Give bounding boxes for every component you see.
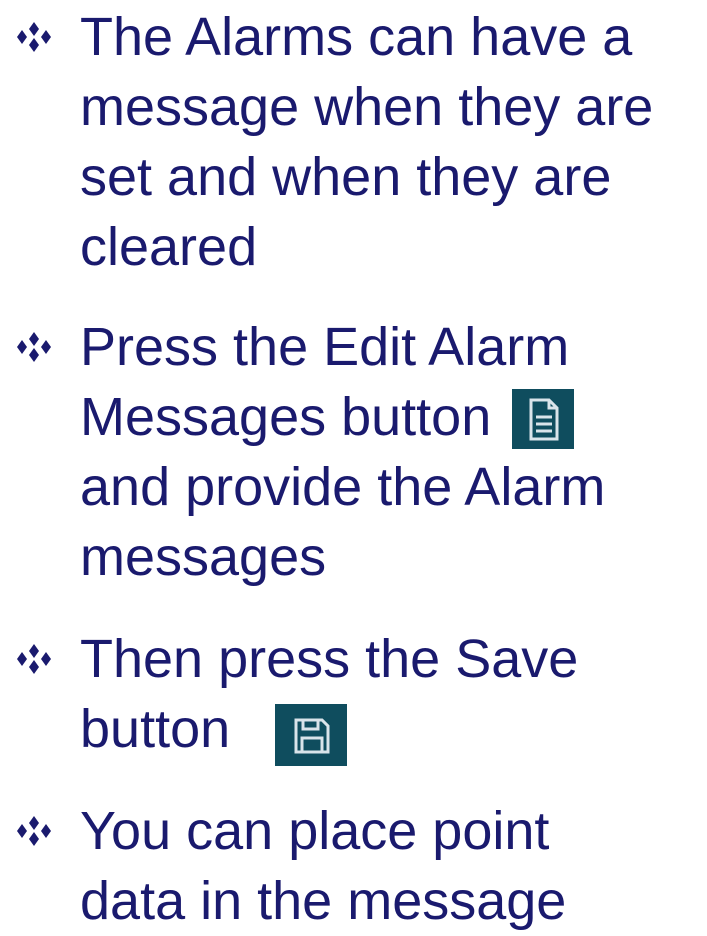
bullet-1-line-1: The Alarms can have a [80,7,633,67]
bullet-2-line-2: Messages button [80,382,707,452]
slide-bullet-list: The Alarms can have a message when they … [0,0,707,936]
bullet-item-4: You can place point data in the message [0,796,707,936]
bullet-item-3: Then press the Save button [0,624,707,766]
bullet-3-line-2: button [80,694,707,766]
bullet-1-line-3: set and when they are [80,147,612,207]
diamond-bullet-icon [17,644,51,674]
diamond-bullet-icon [17,22,51,52]
bullet-4-line-1: You can place point [80,801,550,861]
diamond-bullet-icon [17,816,51,846]
bullet-1-line-2: message when they are [80,77,654,137]
bullet-2-line-4: messages [80,527,327,587]
edit-alarm-messages-icon [512,388,575,449]
diamond-bullet-icon [17,332,51,362]
bullet-item-2: Press the Edit Alarm Messages button and… [0,312,707,592]
save-icon [275,703,348,766]
bullet-2-line-1: Press the Edit Alarm [80,317,570,377]
floppy-disk-icon [294,718,330,754]
bullet-1-line-4: cleared [80,217,258,277]
bullet-2-line-2-text: Messages button [80,387,492,447]
bullet-3-line-1: Then press the Save [80,629,579,689]
bullet-2-line-3: and provide the Alarm [80,457,606,517]
bullet-item-1: The Alarms can have a message when they … [0,2,707,282]
document-icon [529,398,559,441]
bullet-3-line-2-text: button [80,699,231,759]
bullet-4-line-2: data in the message [80,871,567,931]
